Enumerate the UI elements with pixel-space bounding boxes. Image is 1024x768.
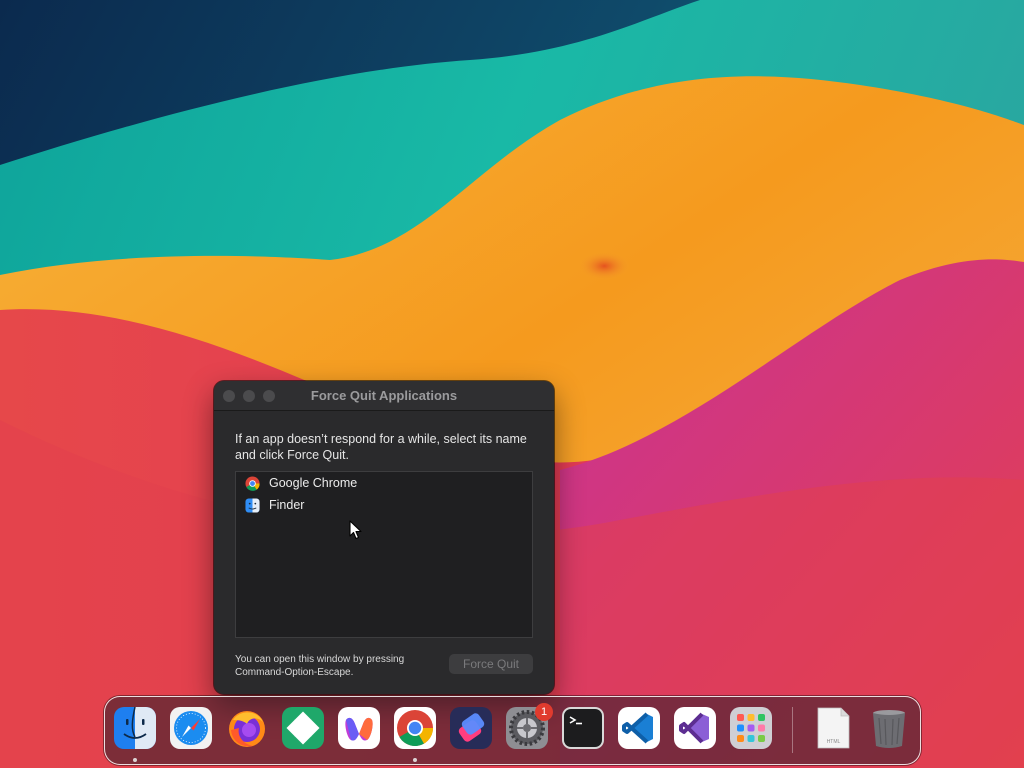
force-quit-window: Force Quit Applications If an app doesn’… — [214, 381, 554, 694]
shortcut-hint: You can open this window by pressing Com… — [235, 654, 405, 678]
html-file-icon[interactable]: HTML — [811, 706, 855, 750]
vscode-icon[interactable] — [617, 706, 661, 750]
mouse-pointer-icon — [349, 520, 362, 540]
green-app-icon[interactable] — [281, 706, 325, 750]
finder-icon[interactable] — [113, 706, 157, 750]
app-list[interactable]: Google Chrome Finder — [235, 471, 533, 638]
shortcuts-icon[interactable] — [449, 706, 493, 750]
instructions-text: If an app doesn’t respond for a while, s… — [235, 432, 527, 462]
office-icon[interactable] — [337, 706, 381, 750]
force-quit-button[interactable]: Force Quit — [449, 654, 533, 674]
trash-icon[interactable] — [867, 706, 911, 750]
list-item-finder[interactable]: Finder — [236, 494, 532, 516]
running-indicator-finder — [133, 758, 137, 762]
list-item-google-chrome[interactable]: Google Chrome — [236, 472, 532, 494]
safari-icon[interactable] — [169, 706, 213, 750]
window-titlebar[interactable]: Force Quit Applications — [214, 381, 554, 411]
notification-badge: 1 — [535, 703, 553, 721]
dock: 1 HTML — [104, 696, 921, 765]
app-name-chrome: Google Chrome — [269, 476, 358, 490]
dock-divider — [792, 707, 793, 753]
visual-studio-icon[interactable] — [673, 706, 717, 750]
running-indicator-chrome — [413, 758, 417, 762]
chrome-icon — [245, 475, 260, 491]
firefox-icon[interactable] — [225, 706, 269, 750]
chrome-icon[interactable] — [393, 706, 437, 750]
launchpad-icon[interactable] — [729, 706, 773, 750]
terminal-icon[interactable] — [561, 706, 605, 750]
app-name-finder: Finder — [269, 498, 305, 512]
window-title: Force Quit Applications — [310, 388, 458, 403]
finder-icon — [245, 497, 260, 513]
html-file-label: HTML — [827, 739, 841, 745]
